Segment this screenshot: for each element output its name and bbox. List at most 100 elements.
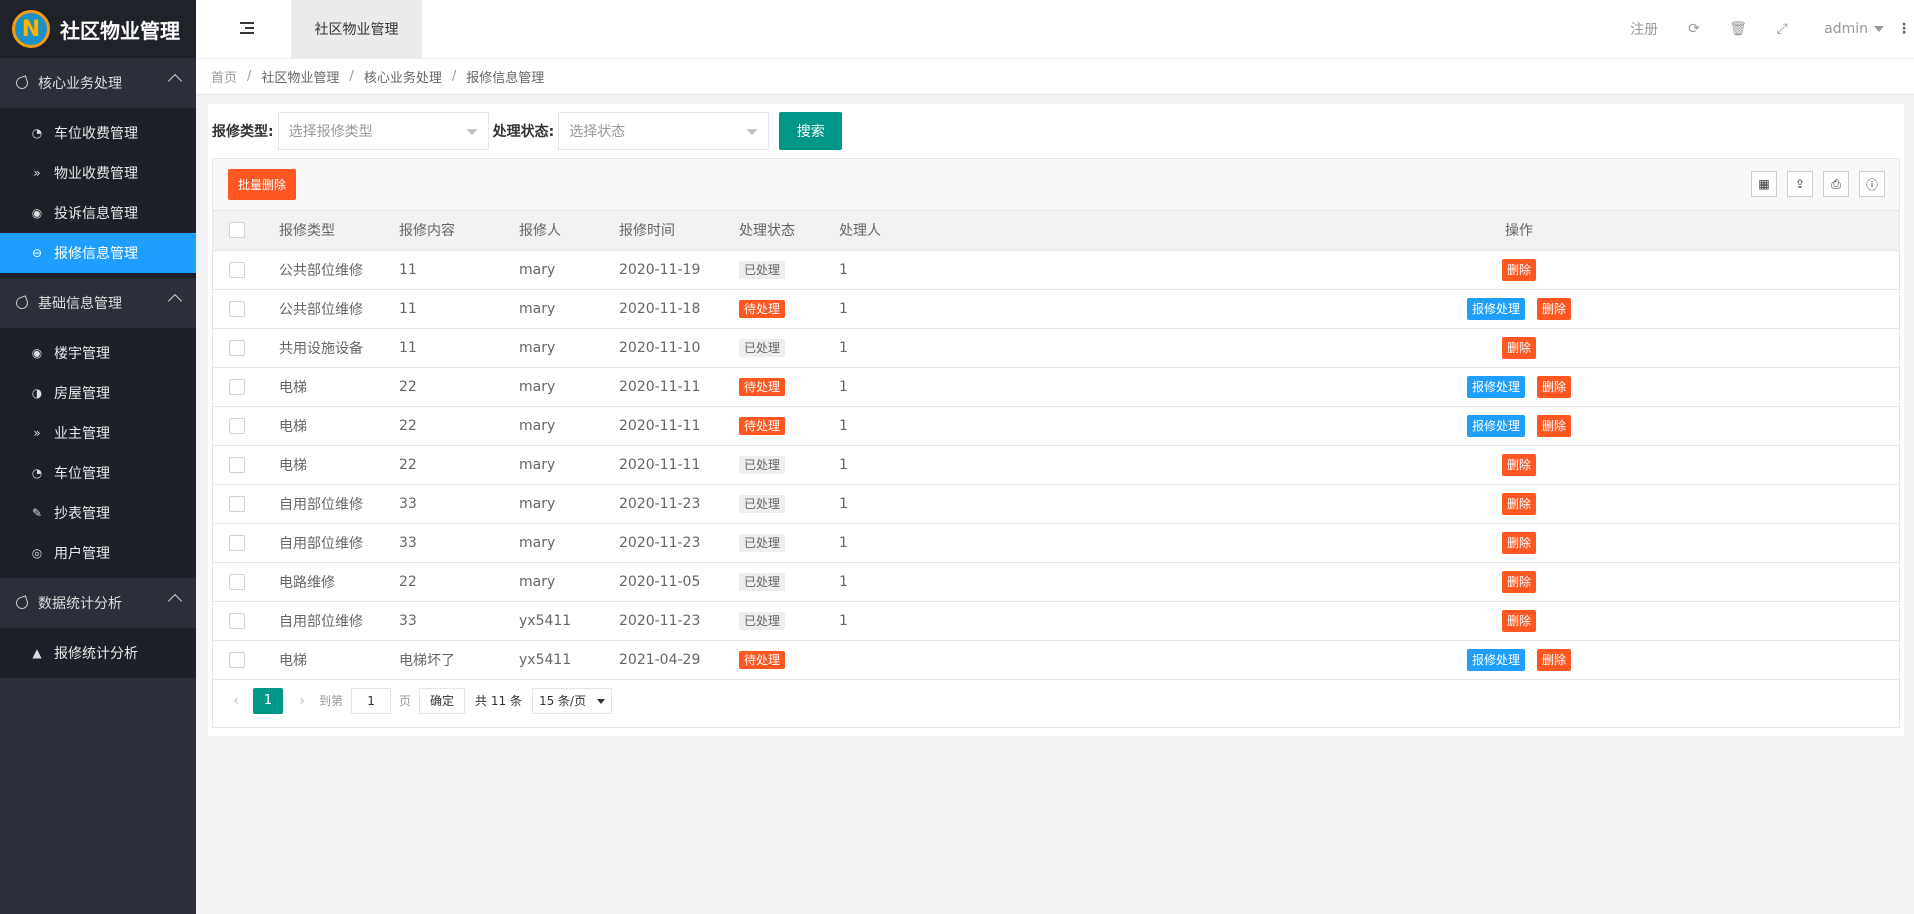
breadcrumb-item[interactable]: 社区物业管理 (261, 67, 339, 86)
sidebar-item-label: 物业收费管理 (54, 166, 138, 182)
handle-button[interactable]: 报修处理 (1466, 297, 1525, 320)
cell-user: mary (519, 406, 619, 446)
cell-handler: 1 (839, 601, 1139, 641)
cell-user: mary (519, 328, 619, 368)
tab-home[interactable]: 社区物业管理 (291, 0, 422, 58)
delete-button[interactable]: 删除 (1537, 375, 1572, 398)
status-badge: 已处理 (739, 338, 786, 357)
delete-button[interactable]: 删除 (1501, 258, 1536, 281)
header-type[interactable]: 报修类型 (279, 211, 399, 251)
select-all-checkbox[interactable] (229, 222, 245, 239)
row-checkbox[interactable] (229, 573, 245, 590)
username: admin (1824, 21, 1868, 37)
prev-page-icon[interactable]: ‹ (227, 692, 245, 710)
search-button[interactable]: 搜索 (779, 112, 843, 150)
header-handler[interactable]: 处理人 (839, 211, 1139, 251)
breadcrumb-item[interactable]: 首页 (211, 67, 237, 86)
handle-button[interactable]: 报修处理 (1466, 648, 1525, 671)
cell-state: 已处理 (739, 484, 839, 524)
sidebar-item[interactable]: ✎ 抄表管理 (0, 493, 196, 533)
more-vertical-icon[interactable]: ⋮ (1894, 21, 1914, 37)
delete-button[interactable]: 删除 (1501, 336, 1536, 359)
cell-content: 22 (399, 406, 519, 446)
delete-button[interactable]: 删除 (1501, 453, 1536, 476)
delete-button[interactable]: 删除 (1501, 609, 1536, 632)
sidebar-item[interactable]: ◎ 用户管理 (0, 533, 196, 573)
sidebar-group-title[interactable]: 核心业务处理 (0, 58, 196, 108)
sidebar-item[interactable]: » 物业收费管理 (0, 153, 196, 193)
handle-button[interactable]: 报修处理 (1466, 375, 1525, 398)
trash-icon[interactable]: 🗑 (1716, 21, 1760, 37)
delete-button[interactable]: 删除 (1501, 570, 1536, 593)
sidebar-item[interactable]: ◔ 车位收费管理 (0, 113, 196, 153)
delete-button[interactable]: 删除 (1501, 492, 1536, 515)
export-icon[interactable]: ⇪ (1787, 171, 1813, 197)
sidebar-item-label: 报修统计分析 (54, 646, 138, 662)
sidebar-group-title[interactable]: 数据统计分析 (0, 578, 196, 628)
state-select[interactable]: 选择状态 (558, 112, 770, 150)
menu-toggle-icon[interactable] (240, 22, 254, 37)
print-icon[interactable]: ⎙ (1823, 171, 1849, 197)
state-label: 处理状态: (492, 124, 555, 140)
op-buttons: 报修处理 删除 (1139, 414, 1899, 437)
header-content[interactable]: 报修内容 (399, 211, 519, 251)
row-checkbox[interactable] (229, 495, 245, 512)
breadcrumb-separator: / (349, 69, 354, 84)
table-row: 自用部位维修 33 yx5411 2020-11-23 已处理 1 删除 (213, 601, 1899, 641)
op-buttons: 删除 (1139, 492, 1899, 515)
header-time[interactable]: 报修时间 (619, 211, 739, 251)
table-body: 公共部位维修 11 mary 2020-11-19 已处理 1 删除 公共部位维修 11 mary… (213, 250, 1899, 680)
sidebar-item[interactable]: » 业主管理 (0, 413, 196, 453)
sidebar-item[interactable]: ◔ 车位管理 (0, 453, 196, 493)
row-checkbox[interactable] (229, 378, 245, 395)
refresh-icon[interactable]: ⟳ (1672, 21, 1716, 37)
sidebar-item[interactable]: ◉ 投诉信息管理 (0, 193, 196, 233)
sidebar-item[interactable]: ◑ 房屋管理 (0, 373, 196, 413)
row-checkbox[interactable] (229, 339, 245, 356)
breadcrumb-item[interactable]: 核心业务处理 (364, 67, 442, 86)
header-user[interactable]: 报修人 (519, 211, 619, 251)
handle-button[interactable]: 报修处理 (1466, 414, 1525, 437)
row-checkbox[interactable] (229, 456, 245, 473)
status-badge: 待处理 (739, 377, 786, 396)
cell-type: 电梯 (279, 640, 399, 680)
delete-button[interactable]: 删除 (1537, 297, 1572, 320)
sidebar-group-items: ▲ 报修统计分析 (0, 628, 196, 678)
row-checkbox[interactable] (229, 534, 245, 551)
row-checkbox[interactable] (229, 417, 245, 434)
sidebar-item[interactable]: ◉ 楼宇管理 (0, 333, 196, 373)
cell-type: 共用设施设备 (279, 328, 399, 368)
header-state[interactable]: 处理状态 (739, 211, 839, 251)
confirm-button[interactable]: 确定 (419, 687, 466, 714)
next-page-icon[interactable]: › (293, 692, 311, 710)
cell-content: 33 (399, 484, 519, 524)
row-checkbox[interactable] (229, 651, 245, 668)
page-input[interactable]: 1 (351, 687, 392, 714)
cell-state: 待处理 (739, 640, 839, 680)
row-checkbox[interactable] (229, 261, 245, 278)
info-icon[interactable]: ⓘ (1859, 171, 1885, 197)
delete-button[interactable]: 删除 (1537, 648, 1572, 671)
delete-button[interactable]: 删除 (1537, 414, 1572, 437)
columns-filter-icon[interactable]: ▦ (1751, 171, 1777, 197)
cell-handler (839, 640, 1139, 680)
batch-delete-button[interactable]: 批量删除 (228, 169, 297, 200)
page-size-select[interactable]: 15 条/页 (531, 687, 612, 714)
table-row: 共用设施设备 11 mary 2020-11-10 已处理 1 删除 (213, 328, 1899, 368)
sidebar-item[interactable]: ⊖ 报修信息管理 (0, 233, 196, 273)
type-select[interactable]: 选择报修类型 (277, 112, 489, 150)
sidebar-item[interactable]: ▲ 报修统计分析 (0, 633, 196, 673)
user-menu[interactable]: admin (1804, 21, 1894, 37)
register-link[interactable]: 注册 (1616, 19, 1672, 39)
sidebar-group-title[interactable]: 基础信息管理 (0, 278, 196, 328)
sidebar: N 社区物业管理 核心业务处理 ◔ 车位收费管理 » 物业收费管理 ◉ 投诉信息管理 ⊖ 报修信… (0, 0, 196, 914)
row-checkbox-cell (213, 601, 279, 641)
row-checkbox[interactable] (229, 612, 245, 629)
delete-button[interactable]: 删除 (1501, 531, 1536, 554)
row-checkbox[interactable] (229, 300, 245, 317)
cell-op: 删除 (1139, 484, 1899, 524)
fullscreen-icon[interactable]: ⤢ (1760, 21, 1804, 37)
page-current[interactable]: 1 (253, 687, 283, 714)
double-chevron-down-icon: » (33, 166, 41, 180)
cell-handler: 1 (839, 406, 1139, 446)
